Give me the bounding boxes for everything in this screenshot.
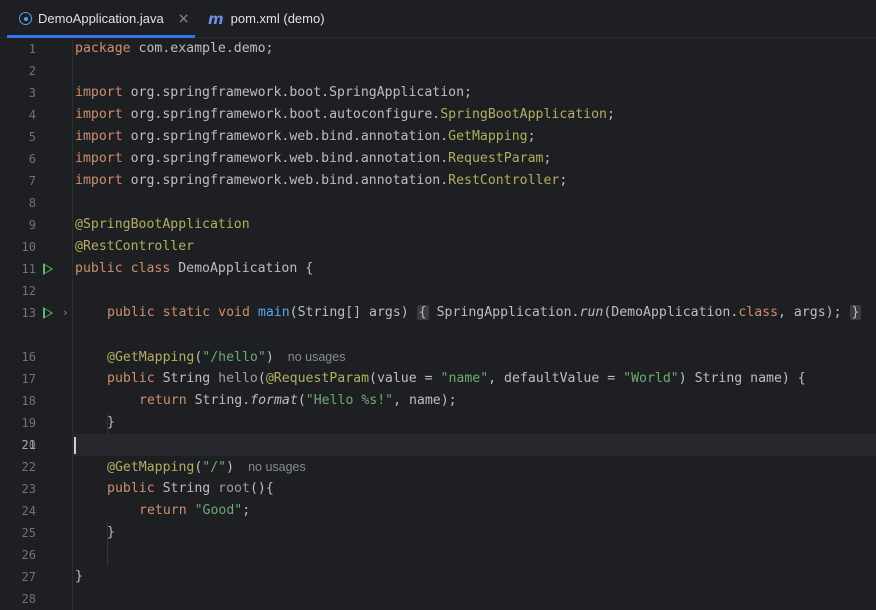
code-line: import org.springframework.web.bind.anno… [75,129,536,144]
line-number: 1 [28,42,36,56]
run-icon[interactable] [43,307,53,319]
line-number: 6 [28,152,36,166]
code-line: import org.springframework.web.bind.anno… [75,151,552,166]
line-number: 11 [21,262,36,276]
line-number: 9 [28,218,36,232]
code-line: package com.example.demo; [75,41,274,56]
line-number: 10 [21,240,36,254]
line-number: 18 [21,394,36,408]
code-line: public String root(){ [107,481,274,496]
usages-hint[interactable]: no usages [248,460,306,474]
editor-tab-bar: DemoApplication.java × m pom.xml (demo) [0,0,876,38]
code-line: @RestController [75,239,195,254]
code-line: import org.springframework.web.bind.anno… [75,173,568,188]
tab-label: pom.xml (demo) [230,11,325,26]
line-number: 2 [28,64,36,78]
usages-hint[interactable]: no usages [288,350,346,364]
line-number: 4 [28,108,36,122]
line-number: 16 [21,350,36,364]
java-class-icon [19,12,32,25]
folded-region[interactable]: } [849,305,862,320]
line-number: 26 [21,548,36,562]
chevron-right-icon[interactable]: › [62,302,69,324]
code-line: import org.springframework.boot.autoconf… [75,107,615,122]
current-line-number: 21 [21,438,36,452]
code-line: public class DemoApplication { [75,261,314,276]
code-line: @SpringBootApplication [75,217,250,232]
line-number: 12 [21,284,36,298]
code-line: public String hello(@RequestParam(value … [107,371,806,386]
tab-demo-application[interactable]: DemoApplication.java × [7,0,195,38]
line-number: 3 [28,86,36,100]
code-line: } [75,569,83,584]
line-number: 22 [21,460,36,474]
line-number: 23 [21,482,36,496]
maven-icon: m [208,9,224,28]
code-line: @GetMapping("/") no usages [107,460,306,475]
code-line: return "Good"; [139,503,251,518]
code-line: public static void main(String[] args) {… [107,305,862,320]
current-line [73,434,876,456]
line-number: 27 [21,570,36,584]
line-number: 24 [21,504,36,518]
line-number: 17 [21,372,36,386]
code-line: @GetMapping("/hello") no usages [107,350,346,365]
close-icon[interactable]: × [178,11,190,27]
code-editor[interactable]: package com.example.demo; import org.spr… [73,38,876,610]
line-number: 28 [21,592,36,606]
line-number: 5 [28,130,36,144]
text-caret [74,437,76,454]
code-line: return String.format("Hello %s!", name); [139,393,457,408]
tab-label: DemoApplication.java [38,11,164,26]
code-line: } [107,525,115,540]
run-icon[interactable] [43,263,53,275]
line-number: 8 [28,196,36,210]
code-line: } [107,415,115,430]
line-number: 13 [21,306,36,320]
line-number: 19 [21,416,36,430]
line-number: 25 [21,526,36,540]
folded-region[interactable]: { [416,305,429,320]
line-number-gutter[interactable]: 1 2 3 4 5 6 7 8 9 10 11 12 13 › 16 17 18… [0,38,73,610]
tab-pom-xml[interactable]: m pom.xml (demo) [208,0,325,37]
line-number: 7 [28,174,36,188]
code-line: import org.springframework.boot.SpringAp… [75,85,472,100]
